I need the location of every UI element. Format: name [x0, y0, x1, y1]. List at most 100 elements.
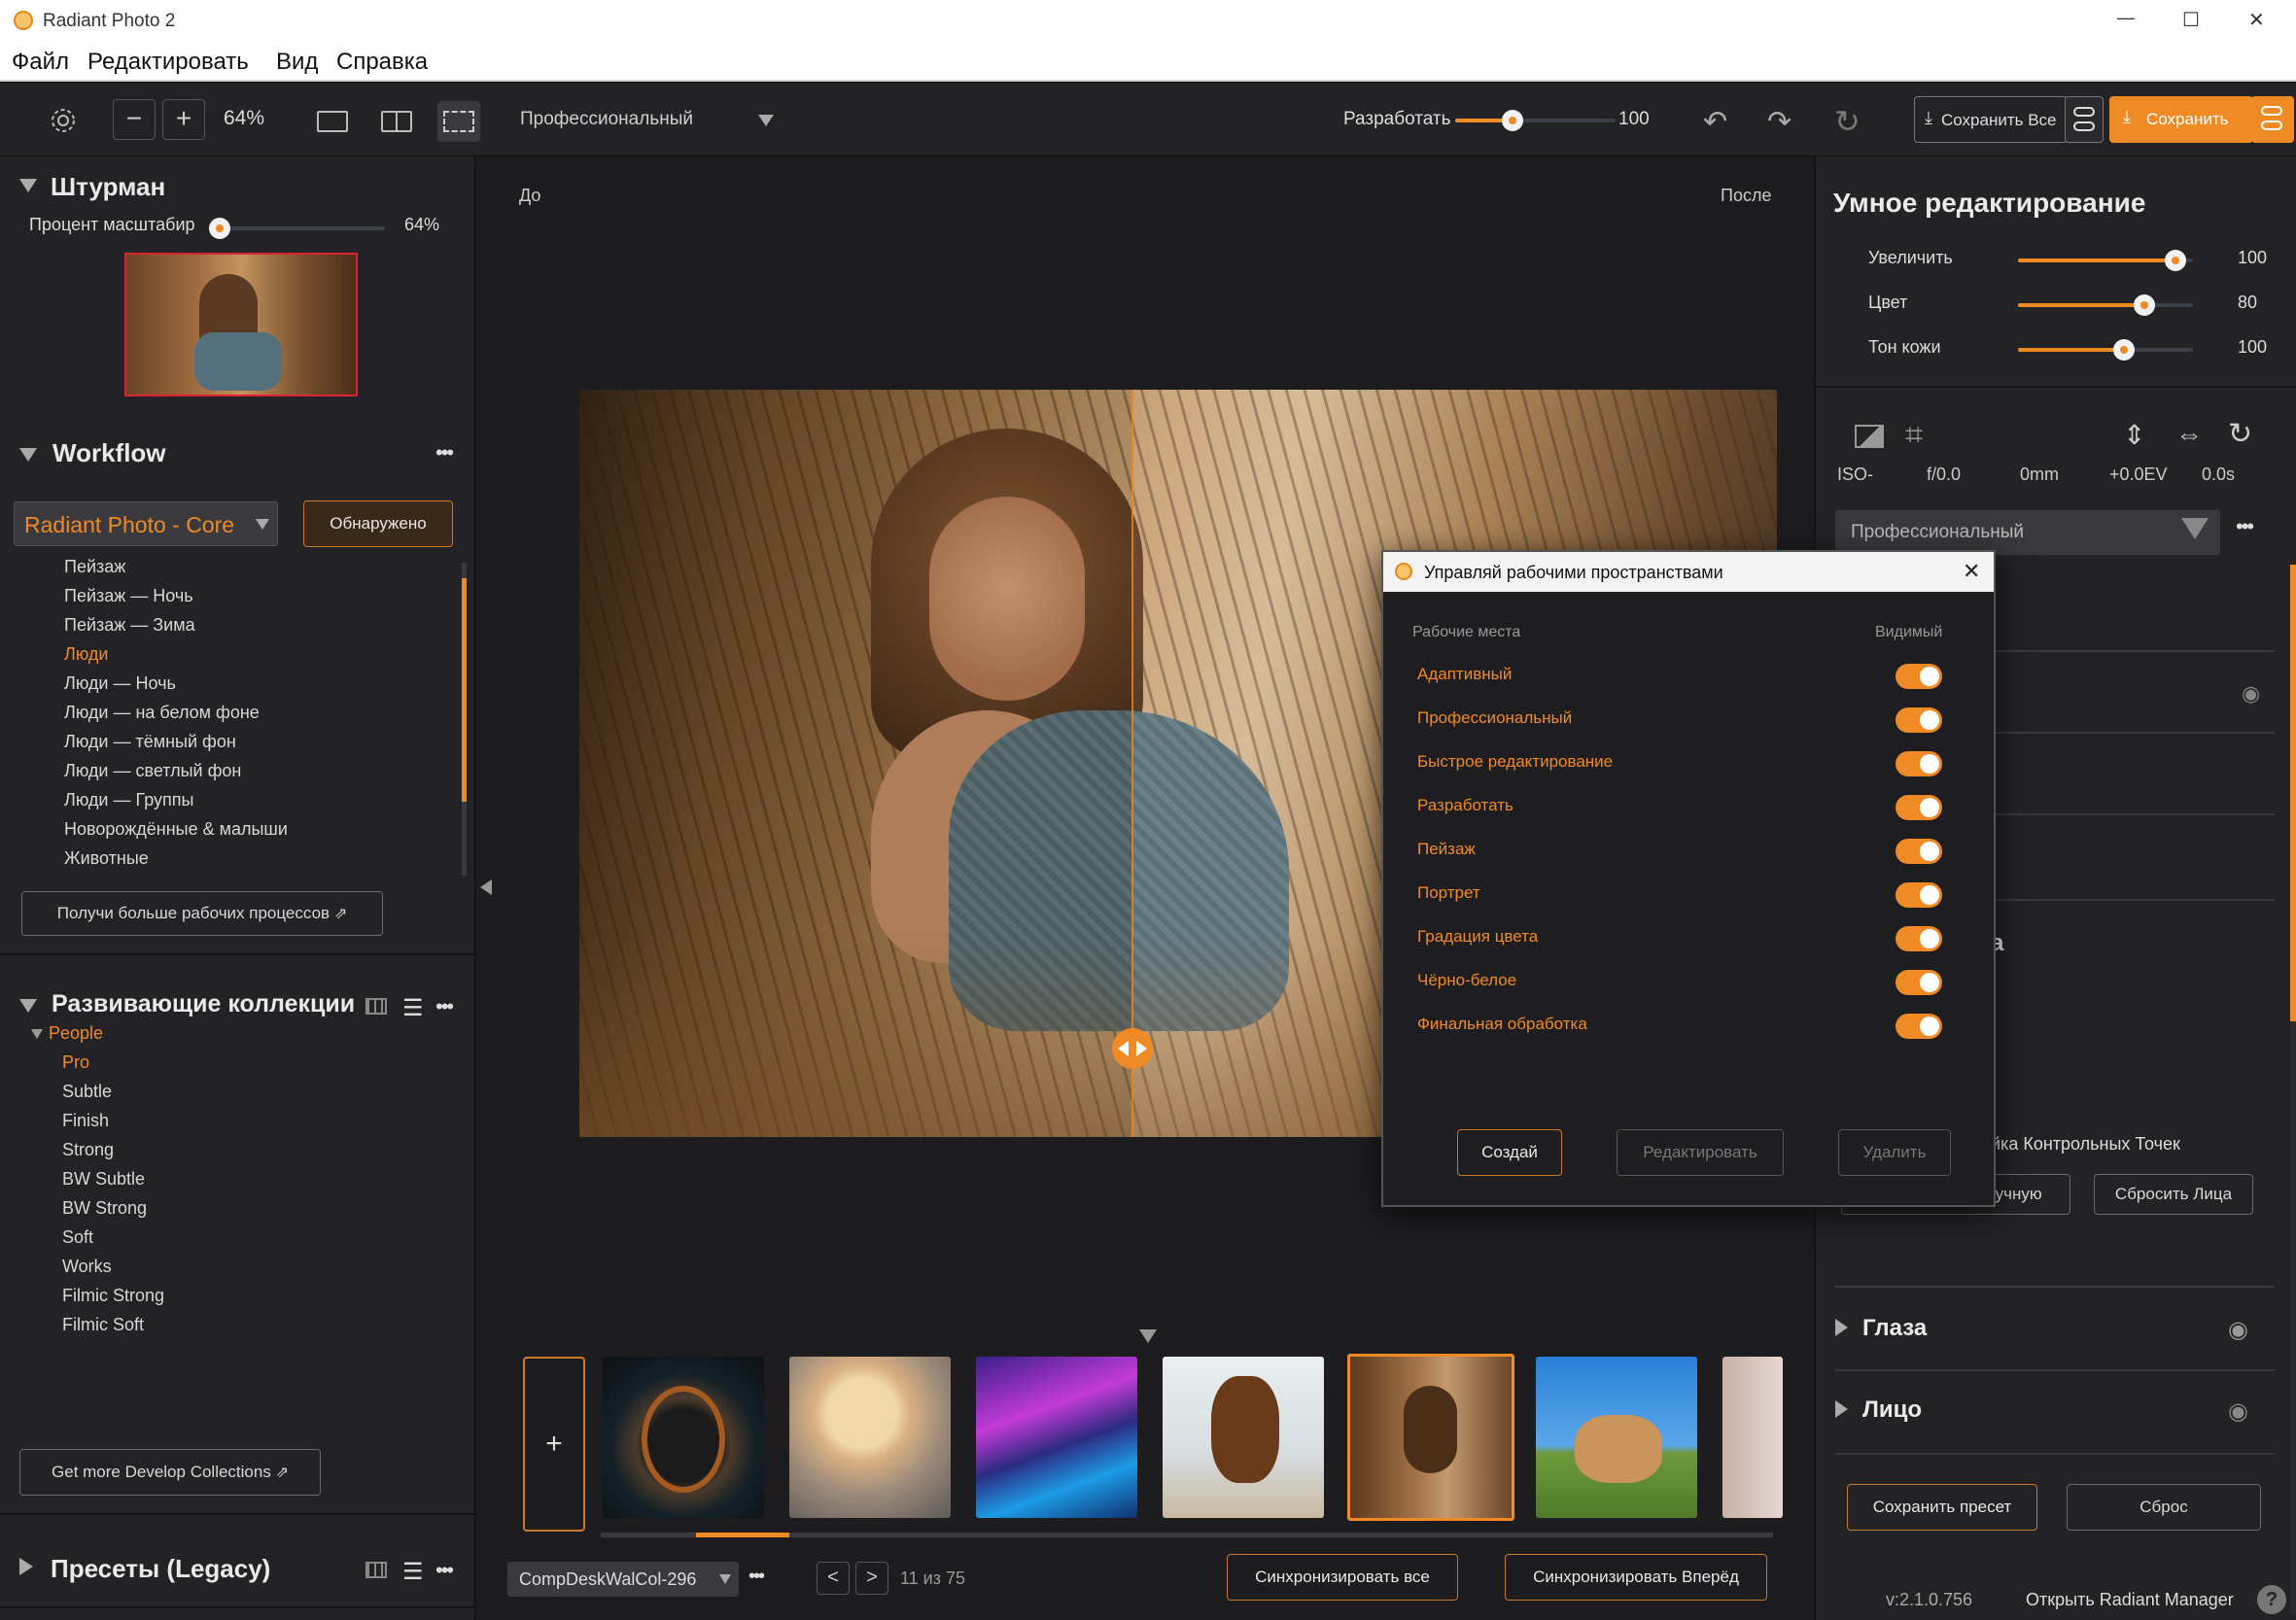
film-thumb-cat[interactable] [603, 1357, 764, 1518]
visibility-toggle[interactable] [1896, 1014, 1942, 1039]
eye-hidden-icon[interactable]: ◉ [2242, 681, 2260, 707]
save-button[interactable]: ⤓ Сохранить [2109, 96, 2253, 143]
close-icon[interactable]: ✕ [1963, 559, 1980, 584]
save-options-icon[interactable] [2251, 96, 2294, 143]
collection-item[interactable]: Filmic Strong [62, 1286, 164, 1306]
workflow-item[interactable]: Пейзаж — Ночь [64, 586, 193, 606]
face-visibility-eye-hidden-icon[interactable]: ◉ [2228, 1397, 2248, 1426]
next-image-button[interactable]: > [855, 1562, 888, 1595]
redo-icon[interactable]: ↷ [1767, 105, 1792, 139]
film-thumb-woman-selected[interactable] [1347, 1354, 1514, 1521]
workflow-item[interactable]: Животные [64, 848, 149, 869]
develop-slider[interactable] [1455, 110, 1616, 131]
film-thumb-blonde[interactable] [789, 1357, 951, 1518]
workflow-item[interactable]: Люди — светлый фон [64, 761, 241, 781]
grid-view-icon[interactable] [365, 1562, 387, 1578]
group-collapse-icon[interactable] [31, 1029, 43, 1039]
filmstrip-toggle-icon[interactable] [1139, 1329, 1157, 1343]
filmstrip-scrollbar[interactable] [601, 1533, 1773, 1537]
more-collections-button[interactable]: Get more Develop Collections ⇗ [19, 1449, 321, 1496]
collection-item[interactable]: Filmic Soft [62, 1315, 144, 1335]
collections-more-icon[interactable]: ••• [435, 994, 454, 1019]
presets-expand-icon[interactable] [19, 1558, 33, 1575]
workflow-item[interactable]: Пейзаж — Зима [64, 615, 195, 636]
zoom-out-button[interactable]: − [113, 99, 156, 140]
navigator-zoom-knob[interactable] [209, 218, 230, 239]
workflow-collapse-icon[interactable] [19, 448, 37, 462]
develop-slider-knob[interactable] [1502, 110, 1524, 131]
workflow-item[interactable]: Люди [64, 644, 108, 665]
workflow-item[interactable]: Новорождённые & малыши [64, 819, 288, 840]
visibility-toggle[interactable] [1896, 926, 1942, 951]
workflow-item[interactable]: Люди — на белом фоне [64, 703, 260, 723]
navigator-collapse-icon[interactable] [19, 179, 37, 192]
save-preset-button[interactable]: Сохранить пресет [1847, 1484, 2037, 1531]
split-handle-icon[interactable] [1112, 1028, 1153, 1069]
collection-item[interactable]: Subtle [62, 1082, 112, 1102]
navigator-thumbnail[interactable] [124, 253, 358, 396]
workspace-select[interactable]: Профессиональный [520, 109, 693, 130]
list-view-icon[interactable]: ☰ [402, 994, 424, 1022]
save-all-options-icon[interactable] [2065, 96, 2104, 143]
face-expand-icon[interactable] [1835, 1400, 1848, 1418]
side-by-side-view-icon[interactable] [381, 111, 412, 132]
collection-item[interactable]: BW Subtle [62, 1169, 145, 1189]
grid-view-icon[interactable] [365, 998, 387, 1015]
smart-slider[interactable] [2018, 294, 2193, 316]
collection-select[interactable]: CompDeskWalCol-296 [507, 1562, 739, 1597]
visibility-toggle[interactable] [1896, 795, 1942, 820]
visibility-toggle[interactable] [1896, 970, 1942, 995]
menu-help[interactable]: Справка [336, 49, 428, 76]
filter-icon[interactable] [2181, 518, 2209, 539]
smart-slider[interactable] [2018, 250, 2193, 271]
collection-item[interactable]: Pro [62, 1052, 89, 1073]
help-icon[interactable]: ? [2257, 1585, 2286, 1614]
list-view-icon[interactable]: ☰ [402, 1558, 424, 1586]
filmstrip-more-icon[interactable]: ••• [748, 1566, 765, 1588]
collapse-left-panel-icon[interactable] [480, 879, 492, 895]
edit-workspace-button[interactable]: Редактировать [1617, 1129, 1784, 1176]
workflow-item[interactable]: Пейзаж [64, 557, 125, 577]
workflow-item[interactable]: Люди — тёмный фон [64, 732, 236, 752]
reset-icon[interactable]: ↻ [1834, 103, 1861, 140]
collection-group-people[interactable]: People [49, 1023, 103, 1044]
more-workflows-button[interactable]: Получи больше рабочих процессов ⇗ [21, 891, 383, 936]
reset-button[interactable]: Сброс [2067, 1484, 2261, 1531]
eyes-visibility-eye-icon[interactable]: ◉ [2228, 1316, 2248, 1344]
smart-slider-knob[interactable] [2133, 294, 2155, 316]
filter-more-icon[interactable]: ••• [2236, 514, 2254, 539]
film-thumb-dog[interactable] [1163, 1357, 1324, 1518]
split-view-icon[interactable] [437, 101, 480, 142]
visibility-toggle[interactable] [1896, 839, 1942, 864]
zoom-in-button[interactable]: + [162, 99, 205, 140]
workspace-filter[interactable]: Профессиональный [1835, 510, 2220, 555]
navigator-zoom-slider[interactable] [209, 218, 385, 239]
workflow-item[interactable]: Люди — Ночь [64, 673, 176, 694]
delete-workspace-button[interactable]: Удалить [1838, 1129, 1951, 1176]
film-thumb-beagle[interactable] [1536, 1357, 1697, 1518]
collection-item[interactable]: Works [62, 1257, 112, 1277]
smart-slider-knob[interactable] [2165, 250, 2186, 271]
flip-vertical-icon[interactable]: ⇕ [2123, 419, 2145, 451]
menu-edit[interactable]: Редактировать [87, 49, 249, 76]
smart-slider-knob[interactable] [2112, 339, 2135, 361]
crop-icon[interactable]: ⌗ [1905, 417, 1923, 454]
sync-forward-button[interactable]: Синхронизировать Вперёд [1505, 1554, 1767, 1601]
close-window-button[interactable]: ✕ [2248, 8, 2265, 32]
visibility-toggle[interactable] [1896, 664, 1942, 689]
rotate-icon[interactable]: ↻ [2228, 417, 2252, 451]
create-workspace-button[interactable]: Создай [1457, 1129, 1562, 1176]
detected-button[interactable]: Обнаружено [303, 500, 453, 547]
add-image-button[interactable]: + [523, 1357, 585, 1532]
collection-item[interactable]: Soft [62, 1227, 93, 1248]
prev-image-button[interactable]: < [817, 1562, 850, 1595]
collection-item[interactable]: BW Strong [62, 1198, 147, 1219]
workflow-item[interactable]: Люди — Группы [64, 790, 193, 810]
single-view-icon[interactable] [317, 111, 348, 132]
right-scrollbar[interactable] [2290, 565, 2296, 1614]
split-divider[interactable] [1131, 390, 1133, 1137]
flip-horizontal-icon[interactable]: ⇔ [2175, 419, 2203, 450]
minimize-button[interactable]: — [2117, 8, 2135, 28]
histogram-icon[interactable] [1855, 425, 1884, 448]
settings-gear-icon[interactable] [49, 106, 78, 135]
